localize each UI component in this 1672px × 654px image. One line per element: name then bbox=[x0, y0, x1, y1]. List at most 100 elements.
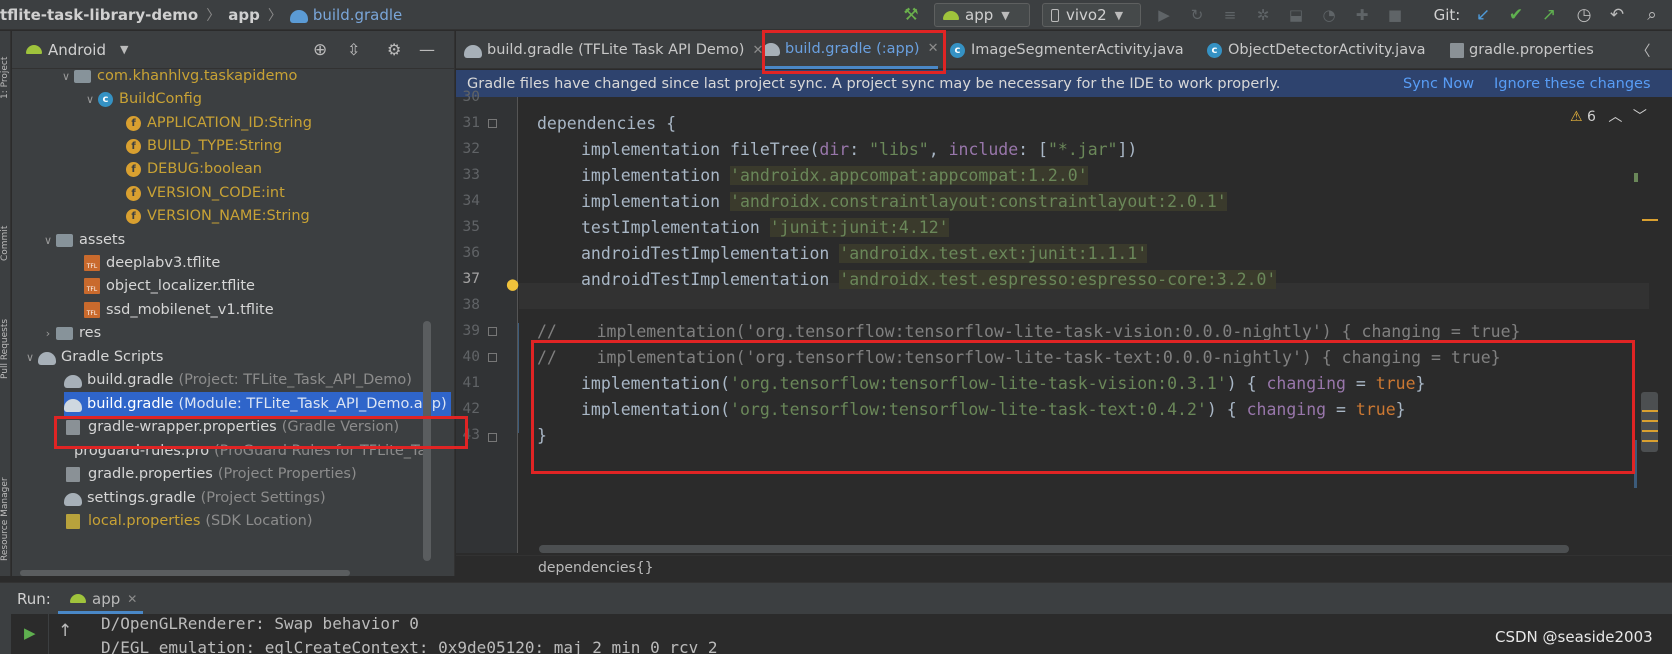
coverage-icon[interactable]: ✚ bbox=[1351, 4, 1373, 26]
tree-item[interactable]: settings.gradle (Project Settings) bbox=[64, 486, 326, 510]
run-tab-app[interactable]: app ✕ bbox=[70, 590, 137, 608]
gear-icon[interactable]: ⚙ bbox=[387, 40, 401, 59]
debug-icon[interactable]: ✲ bbox=[1252, 4, 1274, 26]
project-panel: Android ▼ ⊕ ⇳ ⚙ — ∨ com.khanhlvg.taskapi… bbox=[12, 31, 455, 576]
stop-icon[interactable]: ■ bbox=[1384, 4, 1406, 26]
tree-item-hint: (Project: TFLite_Task_API_Demo) bbox=[178, 372, 412, 388]
locate-file-icon[interactable]: ⊕ bbox=[313, 40, 327, 60]
device-select[interactable]: vivo2 ▼ bbox=[1042, 3, 1141, 27]
git-update-icon[interactable]: ↙ bbox=[1472, 4, 1494, 26]
class-icon: c bbox=[98, 91, 113, 107]
tree-item[interactable]: TFL ssd_mobilenet_v1.tflite bbox=[84, 298, 274, 322]
git-push-icon[interactable]: ↗ bbox=[1538, 4, 1560, 26]
scroll-up-icon[interactable]: ↑ bbox=[58, 621, 72, 641]
lightbulb-icon[interactable]: ● bbox=[506, 275, 519, 293]
tree-item[interactable]: ∨ Gradle Scripts bbox=[22, 345, 164, 369]
tree-item[interactable]: › res bbox=[40, 321, 101, 345]
close-icon[interactable]: ✕ bbox=[928, 41, 939, 56]
run-label: Run: bbox=[17, 589, 51, 608]
tab-object-detector-activity[interactable]: c ObjectDetectorActivity.java bbox=[1207, 31, 1426, 69]
tree-item[interactable]: TFL object_localizer.tflite bbox=[84, 274, 255, 298]
project-view-select[interactable]: Android bbox=[48, 41, 106, 59]
editor-horizontal-scrollbar[interactable] bbox=[539, 545, 1569, 553]
run-console[interactable]: ▶ ↑ D/OpenGLRenderer: Swap behavior 0 D/… bbox=[0, 614, 1672, 654]
apply-changes-icon[interactable]: ↻ bbox=[1186, 4, 1208, 26]
collapse-all-icon[interactable]: ⇳ bbox=[347, 40, 360, 59]
tflite-file-icon: TFL bbox=[84, 255, 100, 271]
chevron-down-icon[interactable]: ∨ bbox=[40, 234, 56, 247]
tab-gradle-properties[interactable]: gradle.properties bbox=[1450, 31, 1594, 69]
class-icon: c bbox=[1207, 42, 1222, 58]
sync-now-link[interactable]: Sync Now bbox=[1403, 76, 1474, 92]
editor-vertical-scrollbar[interactable] bbox=[1641, 392, 1658, 452]
project-horizontal-scrollbar[interactable] bbox=[20, 570, 350, 576]
git-commit-icon[interactable]: ✔ bbox=[1505, 4, 1527, 26]
tab-build-gradle-project[interactable]: build.gradle (TFLite Task API Demo) ✕ bbox=[464, 31, 763, 69]
code-line-37: androidTestImplementation 'androidx.test… bbox=[581, 270, 1277, 289]
tree-item[interactable]: ∨ com.khanhlvg.taskapidemo bbox=[58, 64, 297, 88]
field-icon: f bbox=[126, 138, 141, 154]
code-editor[interactable]: dependencies { implementation fileTree(d… bbox=[519, 97, 1649, 553]
chevron-down-icon[interactable]: ∨ bbox=[82, 93, 98, 106]
tool-window-resource-manager[interactable]: Resource Manager bbox=[0, 421, 11, 561]
tree-item[interactable]: build.gradle (Project: TFLite_Task_API_D… bbox=[64, 368, 412, 392]
class-icon: c bbox=[950, 42, 965, 58]
gradle-file-icon bbox=[64, 398, 82, 412]
chevron-down-icon[interactable]: ﹀ bbox=[1633, 109, 1647, 125]
build-hammer-icon[interactable]: ⚒ bbox=[898, 4, 924, 26]
tree-item[interactable]: f VERSION_CODE:int bbox=[126, 181, 285, 205]
tree-item[interactable]: f APPLICATION_ID:String bbox=[126, 111, 312, 135]
attach-debugger-icon[interactable]: ⬓ bbox=[1285, 4, 1307, 26]
editor-right-rail bbox=[1649, 97, 1672, 553]
fold-icon[interactable] bbox=[488, 119, 497, 128]
nav-breadcrumb: tflite-task-library-demo 〉 app 〉 build.g… bbox=[0, 5, 402, 25]
chevron-up-icon[interactable]: ︿ bbox=[1608, 109, 1622, 125]
chevron-down-icon[interactable]: ∨ bbox=[22, 351, 38, 364]
fold-icon[interactable] bbox=[488, 433, 497, 442]
search-icon[interactable]: ⌕ bbox=[1641, 4, 1663, 26]
tree-item-label: object_localizer.tflite bbox=[106, 278, 255, 294]
tab-build-gradle-app[interactable]: build.gradle (:app) ✕ bbox=[762, 31, 939, 69]
nav-crumb-file[interactable]: build.gradle bbox=[313, 6, 402, 24]
tree-item[interactable]: f DEBUG:boolean bbox=[126, 157, 262, 181]
tool-window-commit[interactable]: Commit bbox=[0, 171, 11, 261]
profile-icon[interactable]: ◔ bbox=[1318, 4, 1340, 26]
breadcrumb-dependencies[interactable]: dependencies{} bbox=[538, 560, 654, 576]
rerun-icon[interactable]: ▶ bbox=[24, 624, 36, 642]
fold-icon[interactable] bbox=[488, 353, 497, 362]
close-icon[interactable]: ✕ bbox=[127, 592, 137, 606]
fold-icon[interactable] bbox=[488, 327, 497, 336]
tab-overflow-chevron-icon[interactable]: 〈 bbox=[1636, 31, 1651, 69]
tree-item[interactable]: local.properties (SDK Location) bbox=[66, 509, 313, 533]
run-panel-header: Run: app ✕ bbox=[0, 582, 1672, 614]
ignore-changes-link[interactable]: Ignore these changes bbox=[1494, 76, 1651, 92]
tree-item[interactable]: proguard-rules.pro (ProGuard Rules for T… bbox=[66, 439, 431, 463]
tree-item[interactable]: f VERSION_NAME:String bbox=[126, 204, 310, 228]
nav-crumb-project[interactable]: tflite-task-library-demo bbox=[0, 6, 198, 24]
inspection-widget[interactable]: ⚠ 6 ︿ ﹀ bbox=[1570, 106, 1647, 126]
tab-image-segmenter-activity[interactable]: c ImageSegmenterActivity.java bbox=[950, 31, 1184, 69]
run-config-select[interactable]: app ▼ bbox=[934, 3, 1030, 27]
chevron-down-icon[interactable]: ▼ bbox=[120, 43, 128, 56]
nav-crumb-module[interactable]: app bbox=[228, 6, 260, 24]
tree-item[interactable]: ∨ assets bbox=[40, 228, 125, 252]
chevron-right-icon[interactable]: › bbox=[40, 327, 56, 340]
chevron-down-icon[interactable]: ∨ bbox=[58, 70, 74, 83]
chevron-down-icon: ▼ bbox=[1001, 8, 1010, 22]
rollback-icon[interactable]: ↶ bbox=[1606, 4, 1628, 26]
tree-item[interactable]: gradle-wrapper.properties (Gradle Versio… bbox=[66, 415, 399, 439]
hide-panel-icon[interactable]: — bbox=[419, 40, 435, 59]
project-vertical-scrollbar[interactable] bbox=[423, 321, 431, 561]
tree-item[interactable]: f BUILD_TYPE:String bbox=[126, 134, 282, 158]
tool-window-pull-requests[interactable]: Pull Requests bbox=[0, 279, 11, 379]
scroll-marker bbox=[1642, 410, 1658, 412]
run-icon[interactable]: ▶ bbox=[1153, 4, 1175, 26]
apply-code-changes-icon[interactable]: ≡ bbox=[1219, 4, 1241, 26]
history-icon[interactable]: ◷ bbox=[1573, 4, 1595, 26]
tool-window-project[interactable]: 1: Project bbox=[0, 39, 11, 99]
tree-item[interactable]: gradle.properties (Project Properties) bbox=[66, 462, 357, 486]
tree-item[interactable]: ∨ c BuildConfig bbox=[82, 87, 202, 111]
tree-item[interactable]: TFL deeplabv3.tflite bbox=[84, 251, 220, 275]
tree-item-selected[interactable]: build.gradle (Module: TFLite_Task_API_De… bbox=[64, 392, 451, 416]
editor-breadcrumb: dependencies{} bbox=[456, 555, 1672, 580]
